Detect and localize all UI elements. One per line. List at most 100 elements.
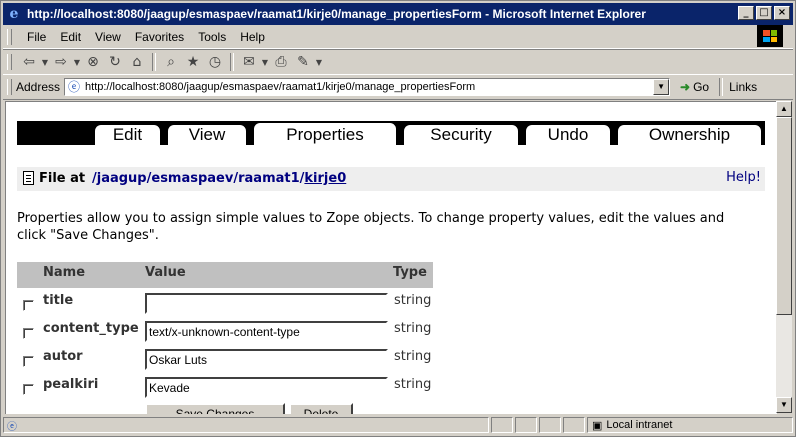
tab-edit[interactable]: Edit (93, 123, 162, 145)
title-bar: e http://localhost:8080/jaagup/esmaspaev… (3, 3, 793, 25)
intro-text: Properties allow you to assign simple va… (17, 211, 725, 243)
status-bar: ⓔ ▣ Local intranet (3, 415, 793, 435)
status-pane (563, 417, 585, 433)
print-icon[interactable]: ⎙ (270, 54, 292, 70)
menu-tools[interactable]: Tools (191, 30, 233, 44)
file-at-label: File at (39, 171, 86, 186)
mail-icon[interactable]: ✉ (238, 54, 260, 70)
tab-ownership[interactable]: Ownership (616, 123, 763, 145)
property-value-input[interactable] (145, 293, 388, 314)
scroll-thumb[interactable] (776, 117, 792, 315)
status-pane (539, 417, 561, 433)
help-link[interactable]: Help! (726, 170, 761, 185)
property-value-input[interactable] (145, 349, 388, 370)
property-name: autor (43, 349, 83, 364)
breadcrumb-path: /jaagup/esmaspaev/raamat1/kirje0 (92, 171, 346, 186)
window-title: http://localhost:8080/jaagup/esmaspaev/r… (27, 7, 646, 21)
forward-icon[interactable]: ⇨ (50, 54, 72, 70)
address-label: Address (16, 80, 61, 94)
menu-edit[interactable]: Edit (53, 30, 88, 44)
status-pane (515, 417, 537, 433)
refresh-icon[interactable]: ↻ (104, 54, 126, 70)
zone-label: Local intranet (606, 419, 673, 431)
page-content: Edit View Properties Security Undo Owner… (5, 101, 777, 414)
breadcrumb: File at /jaagup/esmaspaev/raamat1/kirje0… (17, 167, 765, 191)
ie-logo-icon: e (9, 6, 19, 22)
minimize-button[interactable]: _ (738, 6, 754, 20)
tab-undo[interactable]: Undo (524, 123, 612, 145)
property-type: string (394, 321, 432, 336)
breadcrumb-link-raamat1[interactable]: /raamat1 (233, 171, 299, 186)
vertical-scrollbar[interactable]: ▲ ▼ (776, 101, 792, 413)
scroll-down-icon[interactable]: ▼ (776, 397, 792, 413)
table-header: Name Value Type (17, 262, 433, 288)
status-text-pane: ⓔ (3, 417, 489, 433)
page-icon: ⓔ (68, 80, 81, 94)
header-name: Name (43, 265, 86, 280)
menu-bar: File Edit View Favorites Tools Help (3, 26, 793, 49)
table-row: pealkiri string (17, 374, 433, 402)
tab-view[interactable]: View (166, 123, 248, 145)
menu-help[interactable]: Help (233, 30, 272, 44)
property-name: pealkiri (43, 377, 99, 392)
breadcrumb-link-esmaspaev[interactable]: /esmaspaev (147, 171, 234, 186)
maximize-button[interactable]: □ (756, 6, 772, 20)
property-type: string (394, 293, 432, 308)
links-button[interactable]: Links (729, 80, 757, 94)
go-arrow-icon: ➜ (680, 80, 691, 94)
favorites-icon[interactable]: ★ (182, 54, 204, 70)
go-button[interactable]: ➜ Go (680, 80, 709, 94)
menu-grip (7, 29, 12, 45)
file-icon (23, 171, 34, 185)
row-checkbox[interactable] (23, 328, 34, 339)
breadcrumb-link-kirje0[interactable]: kirje0 (304, 171, 346, 186)
tab-properties[interactable]: Properties (252, 121, 398, 145)
intranet-icon: ▣ (592, 419, 603, 432)
save-changes-button[interactable]: Save Changes (145, 403, 285, 414)
standard-toolbar: ⇦ ▼ ⇨ ▼ ⊗ ↻ ⌂ ⌕ ★ ◷ ✉ ▼ ⎙ ✎ ▼ (3, 49, 793, 74)
scroll-up-icon[interactable]: ▲ (776, 101, 792, 117)
property-name: title (43, 293, 74, 308)
address-bar: Address ⓔ http://localhost:8080/jaagup/e… (3, 74, 793, 100)
table-row: autor string (17, 346, 433, 374)
toolbar-grip (7, 54, 12, 70)
table-row: content_type string (17, 318, 433, 346)
page-status-icon: ⓔ (7, 421, 17, 433)
search-icon[interactable]: ⌕ (160, 54, 182, 70)
delete-button[interactable]: Delete (289, 403, 353, 414)
stop-icon[interactable]: ⊗ (82, 54, 104, 70)
tab-security[interactable]: Security (402, 123, 520, 145)
property-name: content_type (43, 321, 139, 336)
edit-dropdown-icon[interactable]: ▼ (314, 58, 324, 67)
breadcrumb-link-jaagup[interactable]: /jaagup (92, 171, 147, 186)
header-value: Value (145, 265, 186, 280)
mail-dropdown-icon[interactable]: ▼ (260, 58, 270, 67)
go-label: Go (693, 80, 710, 94)
row-checkbox[interactable] (23, 300, 34, 311)
menu-favorites[interactable]: Favorites (128, 30, 191, 44)
property-type: string (394, 377, 432, 392)
back-icon[interactable]: ⇦ (18, 54, 40, 70)
back-dropdown-icon[interactable]: ▼ (40, 58, 50, 67)
home-icon[interactable]: ⌂ (126, 54, 148, 70)
windows-logo-icon (757, 25, 783, 47)
address-url[interactable]: http://localhost:8080/jaagup/esmaspaev/r… (85, 81, 475, 93)
history-icon[interactable]: ◷ (204, 54, 226, 70)
property-value-input[interactable] (145, 377, 388, 398)
zope-tab-strip: Edit View Properties Security Undo Owner… (17, 121, 765, 145)
edit-icon[interactable]: ✎ (292, 54, 314, 70)
forward-dropdown-icon[interactable]: ▼ (72, 58, 82, 67)
row-checkbox[interactable] (23, 356, 34, 367)
status-pane (491, 417, 513, 433)
address-dropdown-icon[interactable]: ▼ (653, 79, 670, 95)
address-grip (7, 79, 12, 95)
menu-view[interactable]: View (88, 30, 128, 44)
property-value-input[interactable] (145, 321, 388, 342)
menu-file[interactable]: File (20, 30, 53, 44)
zone-pane: ▣ Local intranet (587, 417, 793, 433)
row-checkbox[interactable] (23, 384, 34, 395)
close-button[interactable]: × (774, 6, 790, 20)
browser-window: e http://localhost:8080/jaagup/esmaspaev… (0, 0, 796, 437)
address-input[interactable]: ⓔ http://localhost:8080/jaagup/esmaspaev… (64, 78, 671, 96)
header-type: Type (393, 265, 427, 280)
